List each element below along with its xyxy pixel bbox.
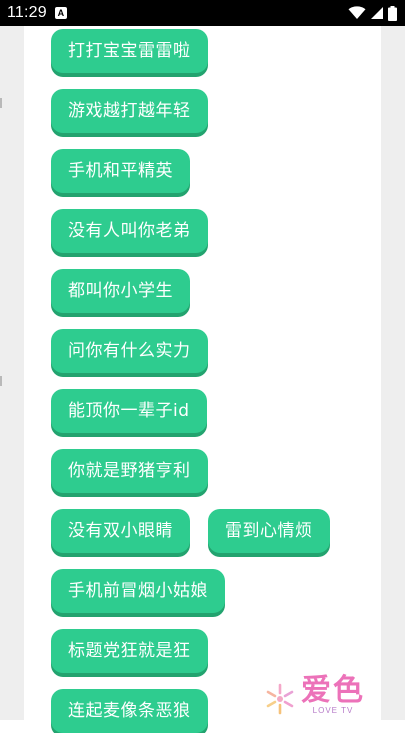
lyric-button[interactable]: 没有人叫你老弟 [51, 209, 208, 253]
lyric-button[interactable]: 游戏越打越年轻 [51, 89, 208, 133]
snowflake-logo-icon [266, 683, 294, 715]
edge-mark [0, 376, 2, 386]
lyric-button[interactable]: 问你有什么实力 [51, 329, 208, 373]
lyric-button[interactable]: 标题党狂就是狂 [51, 629, 208, 673]
status-time: 11:29 [7, 4, 47, 21]
wifi-icon [348, 6, 366, 19]
lyric-button[interactable]: 手机和平精英 [51, 149, 190, 193]
signal-icon [371, 7, 383, 19]
lyric-button[interactable]: 雷到心情烦 [208, 509, 330, 553]
battery-icon [388, 5, 397, 21]
watermark: 爱色 LOVE TV [263, 676, 365, 716]
watermark-brand: 爱色 [301, 673, 365, 708]
notification-icon: A [54, 7, 67, 19]
lyric-button[interactable]: 能顶你一辈子id [51, 389, 207, 433]
lyric-button[interactable]: 没有双小眼睛 [51, 509, 190, 553]
status-icons [348, 5, 397, 21]
lyric-button[interactable]: 手机前冒烟小姑娘 [51, 569, 225, 613]
edge-mark [0, 98, 2, 108]
lyric-button[interactable]: 都叫你小学生 [51, 269, 190, 313]
status-bar: 11:29 A [0, 0, 405, 26]
lyric-button[interactable]: 你就是野猪亨利 [51, 449, 208, 493]
lyric-button[interactable]: 打打宝宝雷雷啦 [51, 29, 208, 73]
content-card: 打打宝宝雷雷啦 游戏越打越年轻 手机和平精英 没有人叫你老弟 都叫你小学生 问你… [24, 26, 381, 733]
lyric-button[interactable]: 连起麦像条恶狼 [51, 689, 208, 733]
watermark-subtitle: LOVE TV [312, 706, 354, 715]
